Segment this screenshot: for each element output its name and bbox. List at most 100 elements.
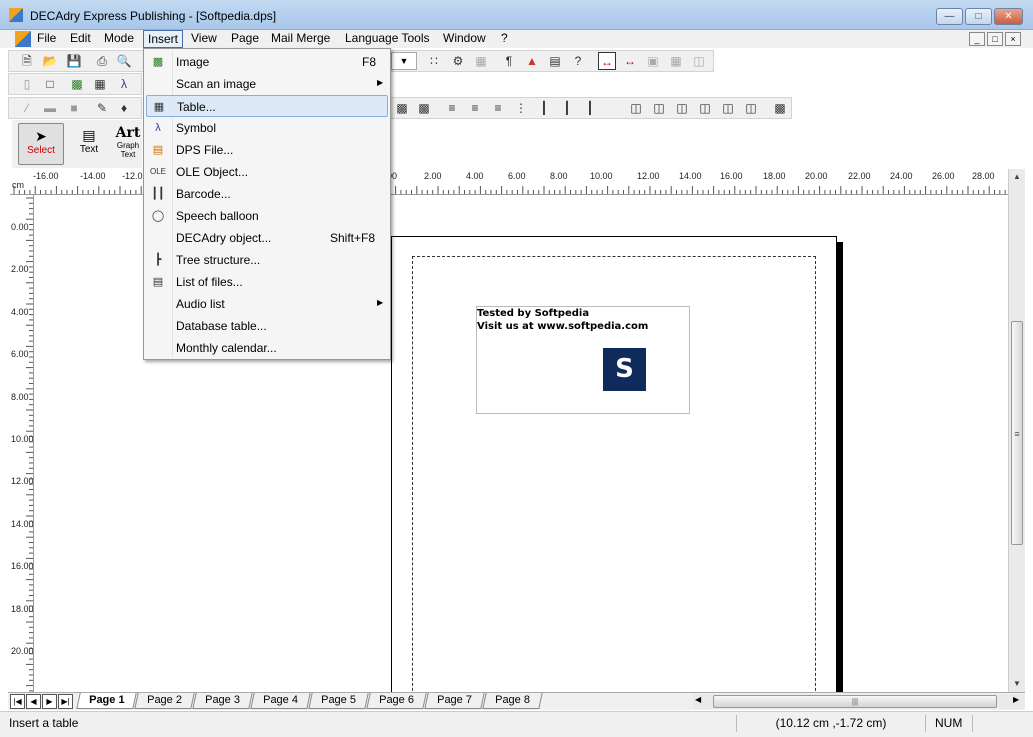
document-icon[interactable] [15, 31, 31, 47]
page-tab-2[interactable]: Page 2 [134, 693, 195, 709]
menu-mode[interactable]: Mode [100, 30, 138, 48]
minimize-button[interactable]: — [936, 8, 963, 25]
align-icon-2[interactable]: ▩ [415, 99, 433, 117]
document-page[interactable]: Tested by Softpedia Visit us at www.soft… [391, 236, 837, 692]
close-button[interactable]: ✕ [994, 8, 1023, 25]
menu-insert[interactable]: Insert [143, 30, 183, 48]
menu-item-symbol[interactable]: λ Symbol [146, 117, 388, 139]
horizontal-scrollbar[interactable]: ◀ ||| ▶ [693, 694, 1025, 709]
space-icon-3[interactable]: ◫ [673, 99, 691, 117]
align-left-icon[interactable]: ≡ [443, 99, 461, 117]
page-tab-1[interactable]: Page 1 [76, 693, 138, 709]
page-tab-3[interactable]: Page 3 [192, 693, 253, 709]
align-bottom-icon[interactable]: ┃ [581, 99, 599, 117]
save-icon[interactable]: 💾 [65, 52, 83, 70]
menu-window[interactable]: Window [439, 30, 490, 48]
next-page-icon[interactable]: ▶ [42, 694, 57, 709]
vertical-scrollbar[interactable]: ▲ ≡ ▼ [1008, 169, 1025, 692]
text-tool[interactable]: ▤ Text [66, 123, 112, 165]
menu-view[interactable]: View [187, 30, 221, 48]
properties-icon[interactable]: ▤ [546, 52, 564, 70]
scroll-down-icon[interactable]: ▼ [1009, 676, 1025, 692]
page-tab-7[interactable]: Page 7 [424, 693, 485, 709]
grid-icon[interactable]: ▦ [472, 52, 490, 70]
scroll-right-icon[interactable]: ▶ [1013, 695, 1019, 704]
page-tab-4[interactable]: Page 4 [250, 693, 311, 709]
menu-item-decadry-object[interactable]: DECAdry object... Shift+F8 [146, 227, 388, 249]
fit-width-icon[interactable]: ↔ [598, 52, 616, 70]
shapes-icon[interactable]: ▲ [523, 52, 541, 70]
menu-edit[interactable]: Edit [66, 30, 95, 48]
view-icon-3[interactable]: ◫ [690, 52, 708, 70]
frame-icon[interactable]: □ [41, 75, 59, 93]
print-icon[interactable]: ⎙ [93, 52, 111, 70]
page-tab-8[interactable]: Page 8 [482, 693, 543, 709]
menu-item-speech-balloon[interactable]: ◯ Speech balloon [146, 205, 388, 227]
page-tab-6[interactable]: Page 6 [366, 693, 427, 709]
view-icon-1[interactable]: ▣ [644, 52, 662, 70]
menu-item-dps-file[interactable]: ▤ DPS File... [146, 139, 388, 161]
menu-item-scan-an-image[interactable]: Scan an image ▶ [146, 73, 388, 95]
fit-page-icon[interactable]: ↔ [621, 52, 639, 70]
first-page-icon[interactable]: |◀ [10, 694, 25, 709]
art-text-tool[interactable]: Art Graph Text [114, 123, 142, 165]
menu-item-image[interactable]: ▩ Image F8 [146, 51, 388, 73]
fill-icon[interactable]: ♦ [115, 99, 133, 117]
align-middle-icon[interactable]: ┃ [558, 99, 576, 117]
new-icon[interactable]: 🗎 [18, 52, 36, 70]
paragraph-icon[interactable]: ¶ [500, 52, 518, 70]
view-icon-2[interactable]: ▦ [667, 52, 685, 70]
menu-item-tree-structure[interactable]: ┣ Tree structure... [146, 249, 388, 271]
last-page-icon[interactable]: ▶| [58, 694, 73, 709]
help-pointer-icon[interactable]: ? [569, 52, 587, 70]
align-right-icon[interactable]: ≡ [489, 99, 507, 117]
grid-dots-icon[interactable]: ∷ [425, 52, 443, 70]
align-icon-1[interactable]: ▩ [393, 99, 411, 117]
horizontal-scroll-thumb[interactable]: ||| [713, 695, 997, 708]
vertical-scroll-thumb[interactable]: ≡ [1011, 321, 1023, 545]
menu-item-ole-object[interactable]: OLE OLE Object... [146, 161, 388, 183]
scroll-up-icon[interactable]: ▲ [1009, 169, 1025, 185]
space-icon-6[interactable]: ◫ [742, 99, 760, 117]
menu-mail-merge[interactable]: Mail Merge [267, 30, 334, 48]
maximize-button[interactable]: □ [965, 8, 992, 25]
space-icon-4[interactable]: ◫ [696, 99, 714, 117]
menu-item-database-table[interactable]: Database table... [146, 315, 388, 337]
rect-icon[interactable]: ▬ [41, 99, 59, 117]
space-icon-2[interactable]: ◫ [650, 99, 668, 117]
menu-language-tools[interactable]: Language Tools [341, 30, 434, 48]
mdi-minimize-button[interactable]: _ [969, 32, 985, 46]
group-icon[interactable]: ▩ [771, 99, 789, 117]
image-tool-icon[interactable]: ▩ [68, 75, 86, 93]
menu-file[interactable]: File [33, 30, 60, 48]
mdi-restore-button[interactable]: □ [987, 32, 1003, 46]
mdi-close-button[interactable]: × [1005, 32, 1021, 46]
snap-icon[interactable]: ⚙ [449, 52, 467, 70]
page-icon[interactable]: ▯ [18, 75, 36, 93]
menu-item-monthly-calendar[interactable]: Monthly calendar... [146, 337, 388, 359]
open-icon[interactable]: 📂 [41, 52, 59, 70]
select-tool[interactable]: ➤ Select [18, 123, 64, 165]
menu-page[interactable]: Page [227, 30, 263, 48]
symbol-tool-icon[interactable]: λ [115, 75, 133, 93]
edit-icon[interactable]: ✎ [93, 99, 111, 117]
menu-item-table[interactable]: ▦ Table... [146, 95, 388, 117]
text-frame[interactable]: Tested by Softpedia Visit us at www.soft… [476, 306, 690, 414]
prev-page-icon[interactable]: ◀ [26, 694, 41, 709]
zoom-dropdown[interactable]: ▼ [391, 52, 417, 70]
space-icon-1[interactable]: ◫ [627, 99, 645, 117]
print-preview-icon[interactable]: 🔍 [115, 52, 133, 70]
scroll-left-icon[interactable]: ◀ [695, 695, 701, 704]
align-center-icon[interactable]: ≡ [466, 99, 484, 117]
menu-item-barcode[interactable]: ┃┃ Barcode... [146, 183, 388, 205]
shape-icon[interactable]: ■ [65, 99, 83, 117]
menu-item-list-of-files[interactable]: ▤ List of files... [146, 271, 388, 293]
table-tool-icon[interactable]: ▦ [91, 75, 109, 93]
space-icon-5[interactable]: ◫ [719, 99, 737, 117]
page-tab-5[interactable]: Page 5 [308, 693, 369, 709]
menu-help[interactable]: ? [497, 30, 512, 48]
distribute-icon-1[interactable]: ⋮ [512, 99, 530, 117]
align-top-icon[interactable]: ┃ [535, 99, 553, 117]
line-icon[interactable]: ⁄ [18, 99, 36, 117]
menu-item-audio-list[interactable]: Audio list ▶ [146, 293, 388, 315]
